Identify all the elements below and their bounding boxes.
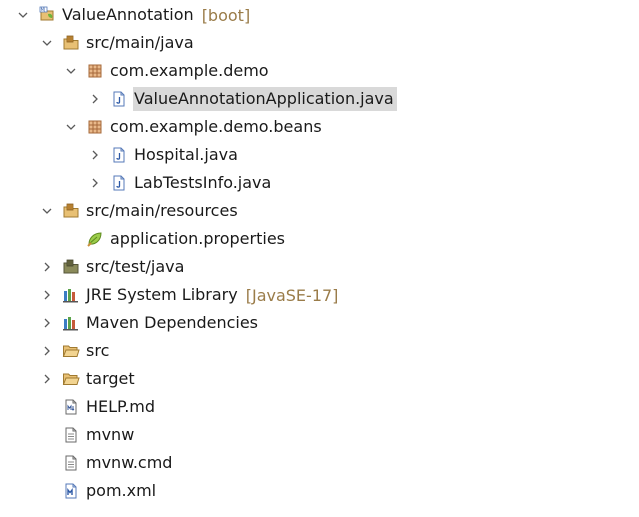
tree-item-package-beans[interactable]: com.example.demo.beans	[64, 115, 325, 139]
tree-item-src-test-java[interactable]: src/test/java	[40, 255, 187, 279]
tree-item-label: Maven Dependencies	[86, 313, 259, 332]
chevron-down-icon[interactable]	[64, 120, 78, 134]
chevron-right-icon[interactable]	[88, 176, 102, 190]
test-source-folder-icon	[62, 258, 80, 276]
chevron-down-icon[interactable]	[40, 204, 54, 218]
folder-icon	[62, 342, 80, 360]
tree-item-folder-target[interactable]: target	[40, 367, 138, 391]
java-file-icon	[110, 90, 128, 108]
boot-project-icon: MJ	[38, 6, 56, 24]
java-file-icon	[110, 174, 128, 192]
chevron-right-icon[interactable]	[40, 316, 54, 330]
tree-item-label: target	[86, 369, 135, 388]
folder-icon	[62, 370, 80, 388]
tree-item-label: com.example.demo	[110, 61, 269, 80]
chevron-down-icon[interactable]	[64, 64, 78, 78]
java-file-icon	[110, 146, 128, 164]
source-folder-icon	[62, 34, 80, 52]
properties-file-icon	[86, 230, 104, 248]
tree-item-label: src/test/java	[86, 257, 185, 276]
tree-item-label: com.example.demo.beans	[110, 117, 322, 136]
tree-item-label: HELP.md	[86, 397, 156, 416]
text-file-icon	[62, 426, 80, 444]
chevron-right-icon[interactable]	[40, 344, 54, 358]
tree-item-label: src/main/resources	[86, 201, 238, 220]
tree-item-decoration: [boot]	[201, 5, 251, 25]
tree-item-label: Hospital.java	[134, 145, 238, 164]
tree-item-file-help[interactable]: HELP.md	[40, 395, 158, 419]
chevron-right-icon[interactable]	[40, 372, 54, 386]
tree-item-label: src/main/java	[86, 33, 194, 52]
tree-item-package-demo[interactable]: com.example.demo	[64, 59, 272, 83]
markdown-file-icon	[62, 398, 80, 416]
tree-item-src-main-resources[interactable]: src/main/resources	[40, 199, 241, 223]
source-folder-icon	[62, 202, 80, 220]
tree-item-label: mvnw	[86, 425, 135, 444]
tree-item-label: pom.xml	[86, 481, 157, 500]
tree-item-src-main-java[interactable]: src/main/java	[40, 31, 197, 55]
tree-item-label: ValueAnnotation	[62, 5, 194, 24]
tree-item-label: LabTestsInfo.java	[134, 173, 272, 192]
tree-item-file-hospital[interactable]: Hospital.java	[88, 143, 241, 167]
tree-item-maven-dependencies[interactable]: Maven Dependencies	[40, 311, 261, 335]
tree-item-file-mvnw[interactable]: mvnw	[40, 423, 137, 447]
package-icon	[86, 118, 104, 136]
text-file-icon	[62, 454, 80, 472]
library-icon	[62, 314, 80, 332]
chevron-down-icon[interactable]	[40, 36, 54, 50]
tree-item-folder-src[interactable]: src	[40, 339, 112, 363]
project-explorer-tree: MJ ValueAnnotation [boot] src/main/java	[0, 0, 639, 517]
tree-item-label: mvnw.cmd	[86, 453, 173, 472]
chevron-right-icon[interactable]	[40, 260, 54, 274]
tree-item-file-mvnw-cmd[interactable]: mvnw.cmd	[40, 451, 175, 475]
tree-item-project[interactable]: MJ ValueAnnotation [boot]	[16, 3, 250, 27]
tree-item-file-properties[interactable]: application.properties	[64, 227, 288, 251]
tree-item-label: src	[86, 341, 110, 360]
tree-item-label: ValueAnnotationApplication.java	[133, 87, 397, 111]
tree-item-decoration: [JavaSE-17]	[245, 285, 339, 305]
tree-item-file-application[interactable]: ValueAnnotationApplication.java	[88, 87, 397, 111]
chevron-down-icon[interactable]	[16, 8, 30, 22]
package-icon	[86, 62, 104, 80]
maven-pom-file-icon	[62, 482, 80, 500]
chevron-right-icon[interactable]	[88, 92, 102, 106]
chevron-right-icon[interactable]	[40, 288, 54, 302]
chevron-right-icon[interactable]	[88, 148, 102, 162]
tree-item-jre-library[interactable]: JRE System Library [JavaSE-17]	[40, 283, 338, 307]
tree-item-label: JRE System Library	[86, 285, 238, 304]
tree-item-file-labtests[interactable]: LabTestsInfo.java	[88, 171, 274, 195]
tree-item-file-pom[interactable]: pom.xml	[40, 479, 159, 503]
svg-text:MJ: MJ	[41, 7, 46, 12]
library-icon	[62, 286, 80, 304]
tree-item-label: application.properties	[110, 229, 285, 248]
